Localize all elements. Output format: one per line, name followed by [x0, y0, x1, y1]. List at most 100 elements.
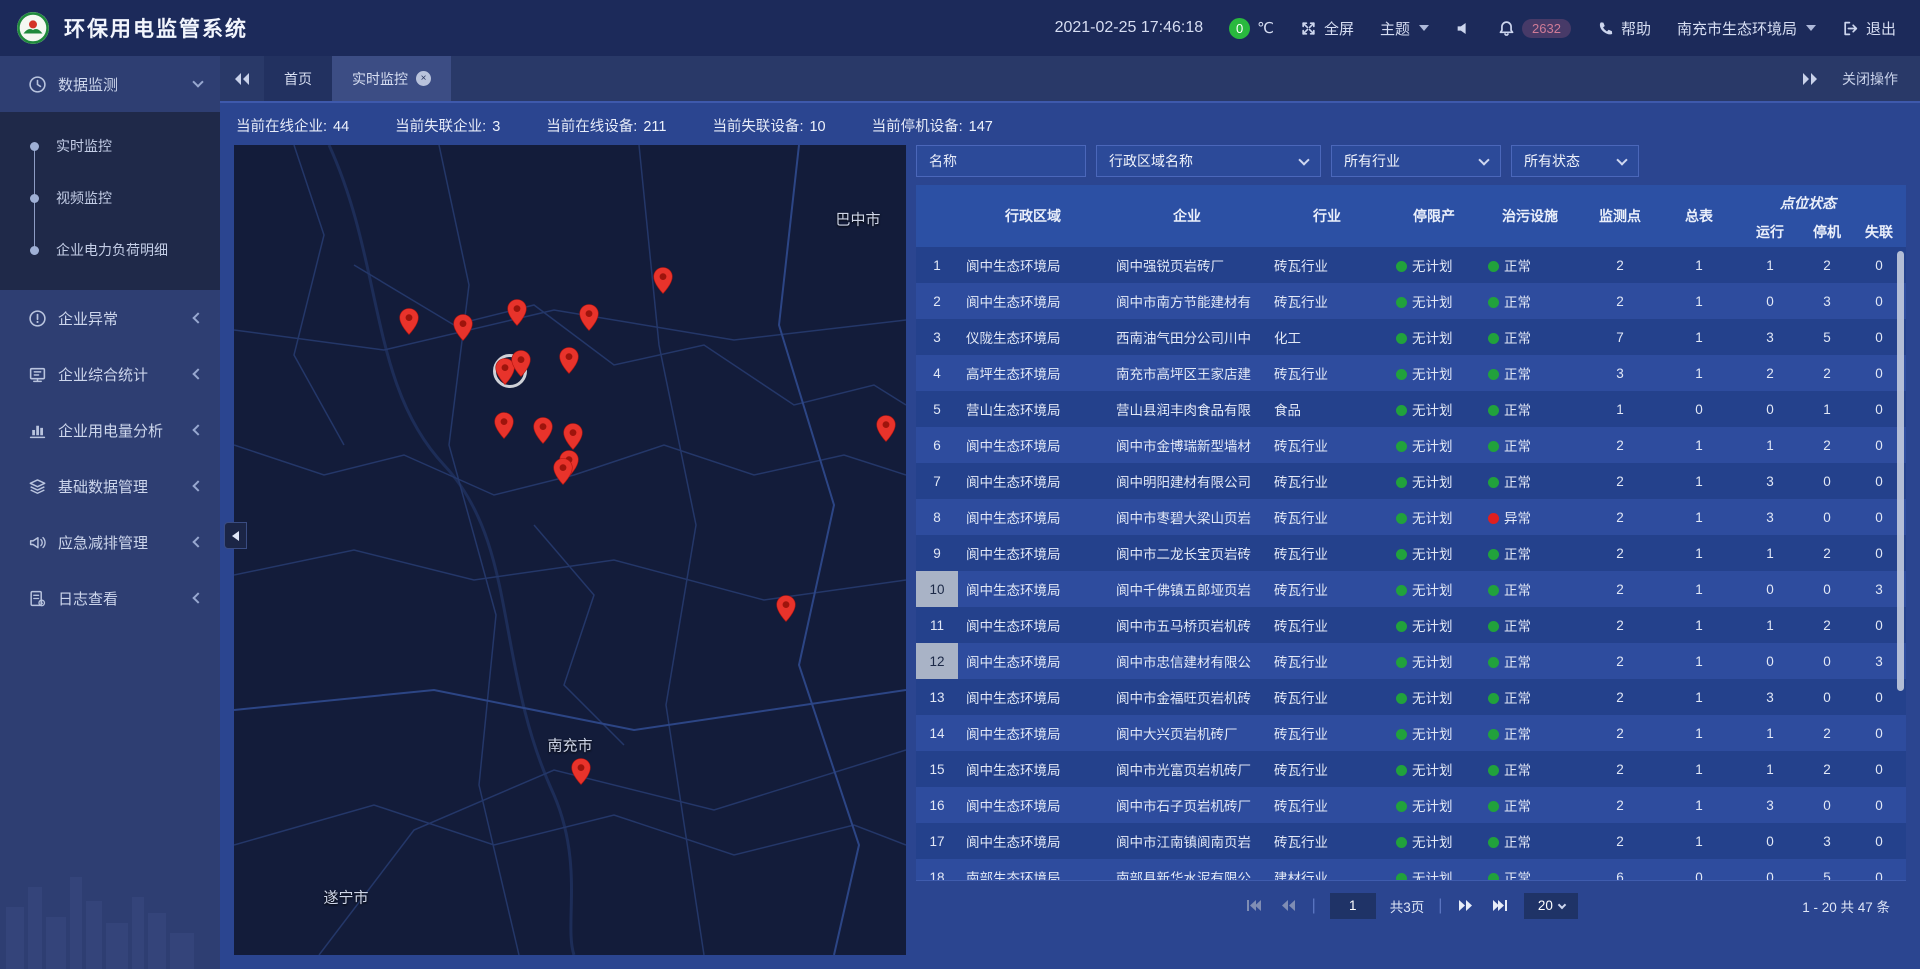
org-dropdown[interactable]: 南充市生态环境局 [1677, 18, 1816, 39]
sidebar-subitem[interactable]: 实时监控 [0, 120, 220, 172]
row-index: 5 [916, 391, 958, 427]
page-size-select[interactable]: 20 [1524, 893, 1578, 919]
limit-status-dot [1396, 333, 1407, 344]
row-index: 1 [916, 247, 958, 283]
table-row[interactable]: 5 营山生态环境局 营山县润丰肉食品有限 食品 无计划 正常 1 0 0 1 0 [916, 391, 1906, 427]
table-row[interactable]: 7 阆中生态环境局 阆中明阳建材有限公司 砖瓦行业 无计划 正常 2 1 3 0… [916, 463, 1906, 499]
map-canvas[interactable]: 巴中市南充市遂宁市 [234, 145, 906, 955]
tab[interactable]: 首页 × [264, 56, 332, 101]
cell-meters: 0 [1660, 402, 1738, 417]
region-select[interactable]: 行政区域名称 [1096, 145, 1321, 177]
map-pin-icon[interactable] [553, 458, 573, 485]
row-index: 15 [916, 751, 958, 787]
cell-company: 阆中大兴页岩机砖厂 [1108, 723, 1266, 743]
map-pin-icon[interactable] [559, 347, 579, 374]
cell-run: 0 [1738, 834, 1802, 849]
table-row[interactable]: 1 阆中生态环境局 阆中强锐页岩砖厂 砖瓦行业 无计划 正常 2 1 1 2 0 [916, 247, 1906, 283]
cell-facility: 正常 [1480, 687, 1580, 707]
name-search-input[interactable] [916, 145, 1086, 177]
cell-industry: 化工 [1266, 327, 1388, 347]
status-select[interactable]: 所有状态 [1511, 145, 1639, 177]
cell-meters: 1 [1660, 618, 1738, 633]
table-row[interactable]: 18 南部生态环境局 南部县新华水泥有限公 建材行业 无计划 正常 6 0 0 … [916, 859, 1906, 880]
sidebar-item[interactable]: 企业综合统计 [0, 346, 220, 402]
bullet-icon [30, 246, 39, 255]
table-row[interactable]: 12 阆中生态环境局 阆中市忠信建材有限公 砖瓦行业 无计划 正常 2 1 0 … [916, 643, 1906, 679]
table-row[interactable]: 17 阆中生态环境局 阆中市江南镇阆南页岩 砖瓦行业 无计划 正常 2 1 0 … [916, 823, 1906, 859]
table-row[interactable]: 4 高坪生态环境局 南充市高坪区王家店建 砖瓦行业 无计划 正常 3 1 2 2… [916, 355, 1906, 391]
facility-status-dot [1488, 441, 1499, 452]
first-page-button[interactable] [1244, 898, 1264, 914]
tab[interactable]: 实时监控 × [332, 56, 451, 101]
map-pin-icon[interactable] [399, 308, 419, 335]
cell-company: 阆中市石子页岩机砖厂 [1108, 795, 1266, 815]
chevron-down-icon [1558, 900, 1566, 908]
map-pin-icon[interactable] [494, 412, 514, 439]
fullscreen-button[interactable]: 全屏 [1300, 18, 1354, 39]
cell-industry: 砖瓦行业 [1266, 543, 1388, 563]
stat-item: 当前在线企业:44 [236, 115, 349, 136]
page-number-input[interactable]: 1 [1330, 893, 1376, 919]
table-row[interactable]: 3 仪陇生态环境局 西南油气田分公司川中 化工 无计划 正常 7 1 3 5 0 [916, 319, 1906, 355]
status-summary-bar: 当前在线企业:44 当前失联企业:3 当前在线设备:211 当前失联设备:10 … [220, 105, 1920, 145]
last-page-button[interactable] [1490, 898, 1510, 914]
cell-region: 阆中生态环境局 [958, 687, 1108, 707]
chevron-icon [192, 312, 203, 323]
cell-region: 阆中生态环境局 [958, 471, 1108, 491]
map-pin-icon[interactable] [511, 350, 531, 377]
cell-limit: 无计划 [1388, 435, 1480, 455]
sidebar-item[interactable]: 应急减排管理 [0, 514, 220, 570]
table-row[interactable]: 15 阆中生态环境局 阆中市光富页岩机砖厂 砖瓦行业 无计划 正常 2 1 1 … [916, 751, 1906, 787]
cell-stop: 1 [1802, 402, 1852, 417]
table-row[interactable]: 2 阆中生态环境局 阆中市南方节能建材有 砖瓦行业 无计划 正常 2 1 0 3… [916, 283, 1906, 319]
map-pin-icon[interactable] [653, 267, 673, 294]
table-row[interactable]: 9 阆中生态环境局 阆中市二龙长宝页岩砖 砖瓦行业 无计划 正常 2 1 1 2… [916, 535, 1906, 571]
table-row[interactable]: 10 阆中生态环境局 阆中千佛镇五郎垭页岩 砖瓦行业 无计划 正常 2 1 0 … [916, 571, 1906, 607]
industry-select[interactable]: 所有行业 [1331, 145, 1501, 177]
sidebar-menu: 数据监测 实时监控 视频监控 企业电力负荷明细 企业异常 企业综合统计 企业用电… [0, 56, 220, 626]
table-row[interactable]: 11 阆中生态环境局 阆中市五马桥页岩机砖 砖瓦行业 无计划 正常 2 1 1 … [916, 607, 1906, 643]
cell-industry: 砖瓦行业 [1266, 831, 1388, 851]
cell-run: 3 [1738, 690, 1802, 705]
table-row[interactable]: 16 阆中生态环境局 阆中市石子页岩机砖厂 砖瓦行业 无计划 正常 2 1 3 … [916, 787, 1906, 823]
map-panel-collapse-button[interactable] [224, 522, 247, 549]
tabs-scroll-left-button[interactable] [220, 56, 264, 101]
sidebar-subitem[interactable]: 视频监控 [0, 172, 220, 224]
map-pin-icon[interactable] [876, 415, 896, 442]
cell-meters: 1 [1660, 546, 1738, 561]
table-scrollbar-thumb[interactable] [1897, 251, 1904, 691]
map-pin-icon[interactable] [507, 299, 527, 326]
next-page-button[interactable] [1456, 898, 1476, 914]
chevron-down-icon [1298, 154, 1309, 165]
logout-button[interactable]: 退出 [1842, 18, 1896, 39]
table-row[interactable]: 13 阆中生态环境局 阆中市金福旺页岩机砖 砖瓦行业 无计划 正常 2 1 3 … [916, 679, 1906, 715]
table-row[interactable]: 6 阆中生态环境局 阆中市金博瑞新型墙材 砖瓦行业 无计划 正常 2 1 1 2… [916, 427, 1906, 463]
sidebar-item[interactable]: 基础数据管理 [0, 458, 220, 514]
table-row[interactable]: 14 阆中生态环境局 阆中大兴页岩机砖厂 砖瓦行业 无计划 正常 2 1 1 2… [916, 715, 1906, 751]
map-pin-icon[interactable] [579, 304, 599, 331]
map-pin-icon[interactable] [453, 314, 473, 341]
sidebar-item[interactable]: 企业用电量分析 [0, 402, 220, 458]
map-pin-icon[interactable] [571, 758, 591, 785]
bar-chart-icon [28, 421, 47, 440]
tabs-scroll-right-button[interactable] [1802, 72, 1818, 86]
cell-lost: 0 [1852, 798, 1906, 813]
notifications-button[interactable]: 2632 [1498, 19, 1571, 38]
map-pin-icon[interactable] [776, 595, 796, 622]
col-company: 企业 [1108, 185, 1266, 247]
speaker-mute-icon[interactable] [1455, 20, 1472, 37]
table-row[interactable]: 8 阆中生态环境局 阆中市枣碧大梁山页岩 砖瓦行业 无计划 异常 2 1 3 0… [916, 499, 1906, 535]
tab-close-icon[interactable]: × [416, 71, 431, 86]
sidebar-item[interactable]: 数据监测 [0, 56, 220, 112]
sidebar-item[interactable]: 日志查看 [0, 570, 220, 626]
prev-page-button[interactable] [1278, 898, 1298, 914]
map-pin-icon[interactable] [563, 423, 583, 450]
limit-status-dot [1396, 693, 1407, 704]
close-operations-button[interactable]: 关闭操作 [1842, 69, 1898, 89]
map-pin-icon[interactable] [533, 417, 553, 444]
theme-dropdown[interactable]: 主题 [1380, 18, 1429, 39]
cell-facility: 正常 [1480, 831, 1580, 851]
help-button[interactable]: 帮助 [1597, 18, 1651, 39]
sidebar-subitem[interactable]: 企业电力负荷明细 [0, 224, 220, 276]
sidebar-item[interactable]: 企业异常 [0, 290, 220, 346]
